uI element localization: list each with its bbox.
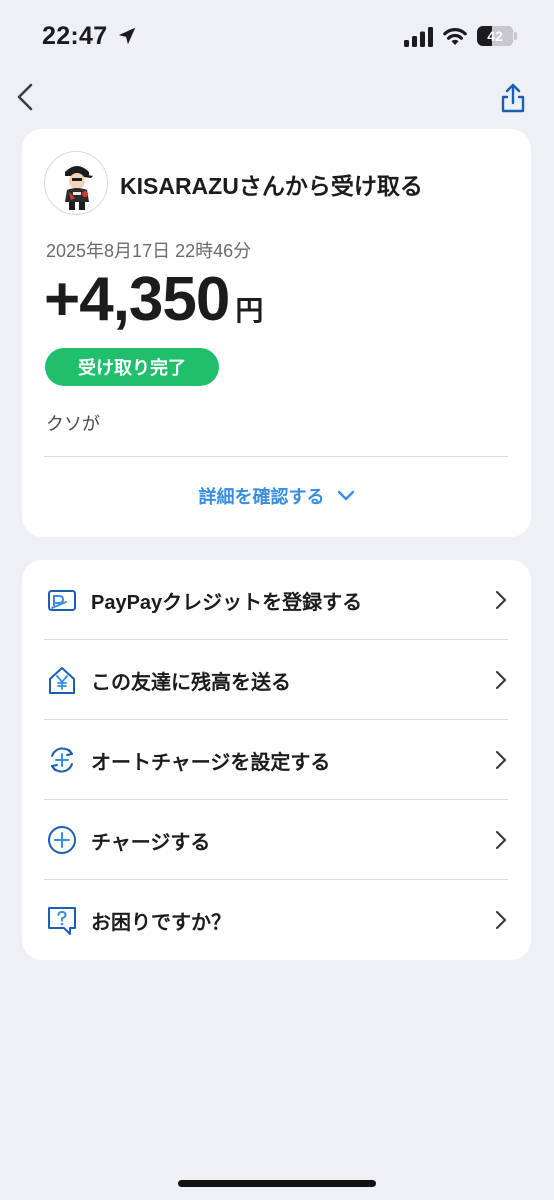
amount-unit: 円 (235, 295, 264, 326)
menu-item-auto-charge[interactable]: オートチャージを設定する (22, 720, 531, 800)
amount: +4,350 円 (44, 264, 263, 335)
status-bar: 22:47 42 (0, 0, 554, 72)
yen-house-icon (49, 667, 75, 694)
transaction-date: 2025年8月17日 22時46分 (46, 241, 252, 261)
chevron-right-icon (495, 590, 507, 610)
cellular-signal-icon (404, 27, 433, 47)
battery-percent: 42 (487, 28, 503, 44)
divider (44, 456, 508, 457)
view-details-button[interactable]: 詳細を確認する (22, 481, 531, 511)
location-arrow-icon (118, 27, 136, 45)
menu-item-charge[interactable]: チャージする (22, 800, 531, 880)
transaction-memo: クソが (46, 414, 100, 434)
help-bubble-icon (48, 907, 76, 935)
battery-indicator: 42 (477, 26, 513, 46)
menu-item-register-credit[interactable]: PayPayクレジットを登録する (22, 560, 531, 640)
avatar-character-image (45, 152, 107, 214)
status-badge: 受け取り完了 (45, 348, 219, 386)
menu-item-send-balance[interactable]: この友達に残高を送る (22, 640, 531, 720)
wifi-icon (443, 28, 467, 45)
credit-card-icon (48, 590, 76, 611)
status-time: 22:47 (42, 22, 108, 50)
home-indicator (178, 1180, 376, 1187)
plus-circle-icon (48, 826, 76, 854)
menu-item-label: オートチャージを設定する (91, 751, 331, 774)
auto-charge-icon (51, 747, 73, 773)
transaction-detail-screen: 22:47 42 KISARAZUさんから受け取る 2025年8月17日 22時… (0, 0, 554, 1200)
share-button[interactable] (496, 80, 530, 116)
menu-item-label: チャージする (91, 831, 211, 854)
chevron-right-icon (495, 830, 507, 850)
menu-item-help[interactable]: お困りですか？ (22, 880, 531, 960)
chevron-left-icon (17, 83, 33, 111)
chevron-down-icon (337, 490, 354, 501)
actions-menu-card: PayPayクレジットを登録する この友達に残高を送る オートチャージを設定する… (22, 560, 531, 960)
transaction-card: KISARAZUさんから受け取る 2025年8月17日 22時46分 +4,35… (22, 129, 531, 537)
menu-item-label: お困りですか？ (91, 911, 231, 934)
view-details-label: 詳細を確認する (198, 487, 325, 507)
avatar (44, 151, 108, 215)
menu-item-label: PayPayクレジットを登録する (91, 591, 363, 614)
sender-title: KISARAZUさんから受け取る (120, 173, 423, 199)
chevron-right-icon (495, 670, 507, 690)
battery-nub (514, 32, 517, 40)
chevron-right-icon (495, 750, 507, 770)
amount-value: +4,350 (44, 265, 230, 334)
share-icon (501, 83, 525, 113)
menu-item-label: この友達に残高を送る (91, 671, 291, 694)
chevron-right-icon (495, 910, 507, 930)
back-button[interactable] (12, 80, 42, 116)
